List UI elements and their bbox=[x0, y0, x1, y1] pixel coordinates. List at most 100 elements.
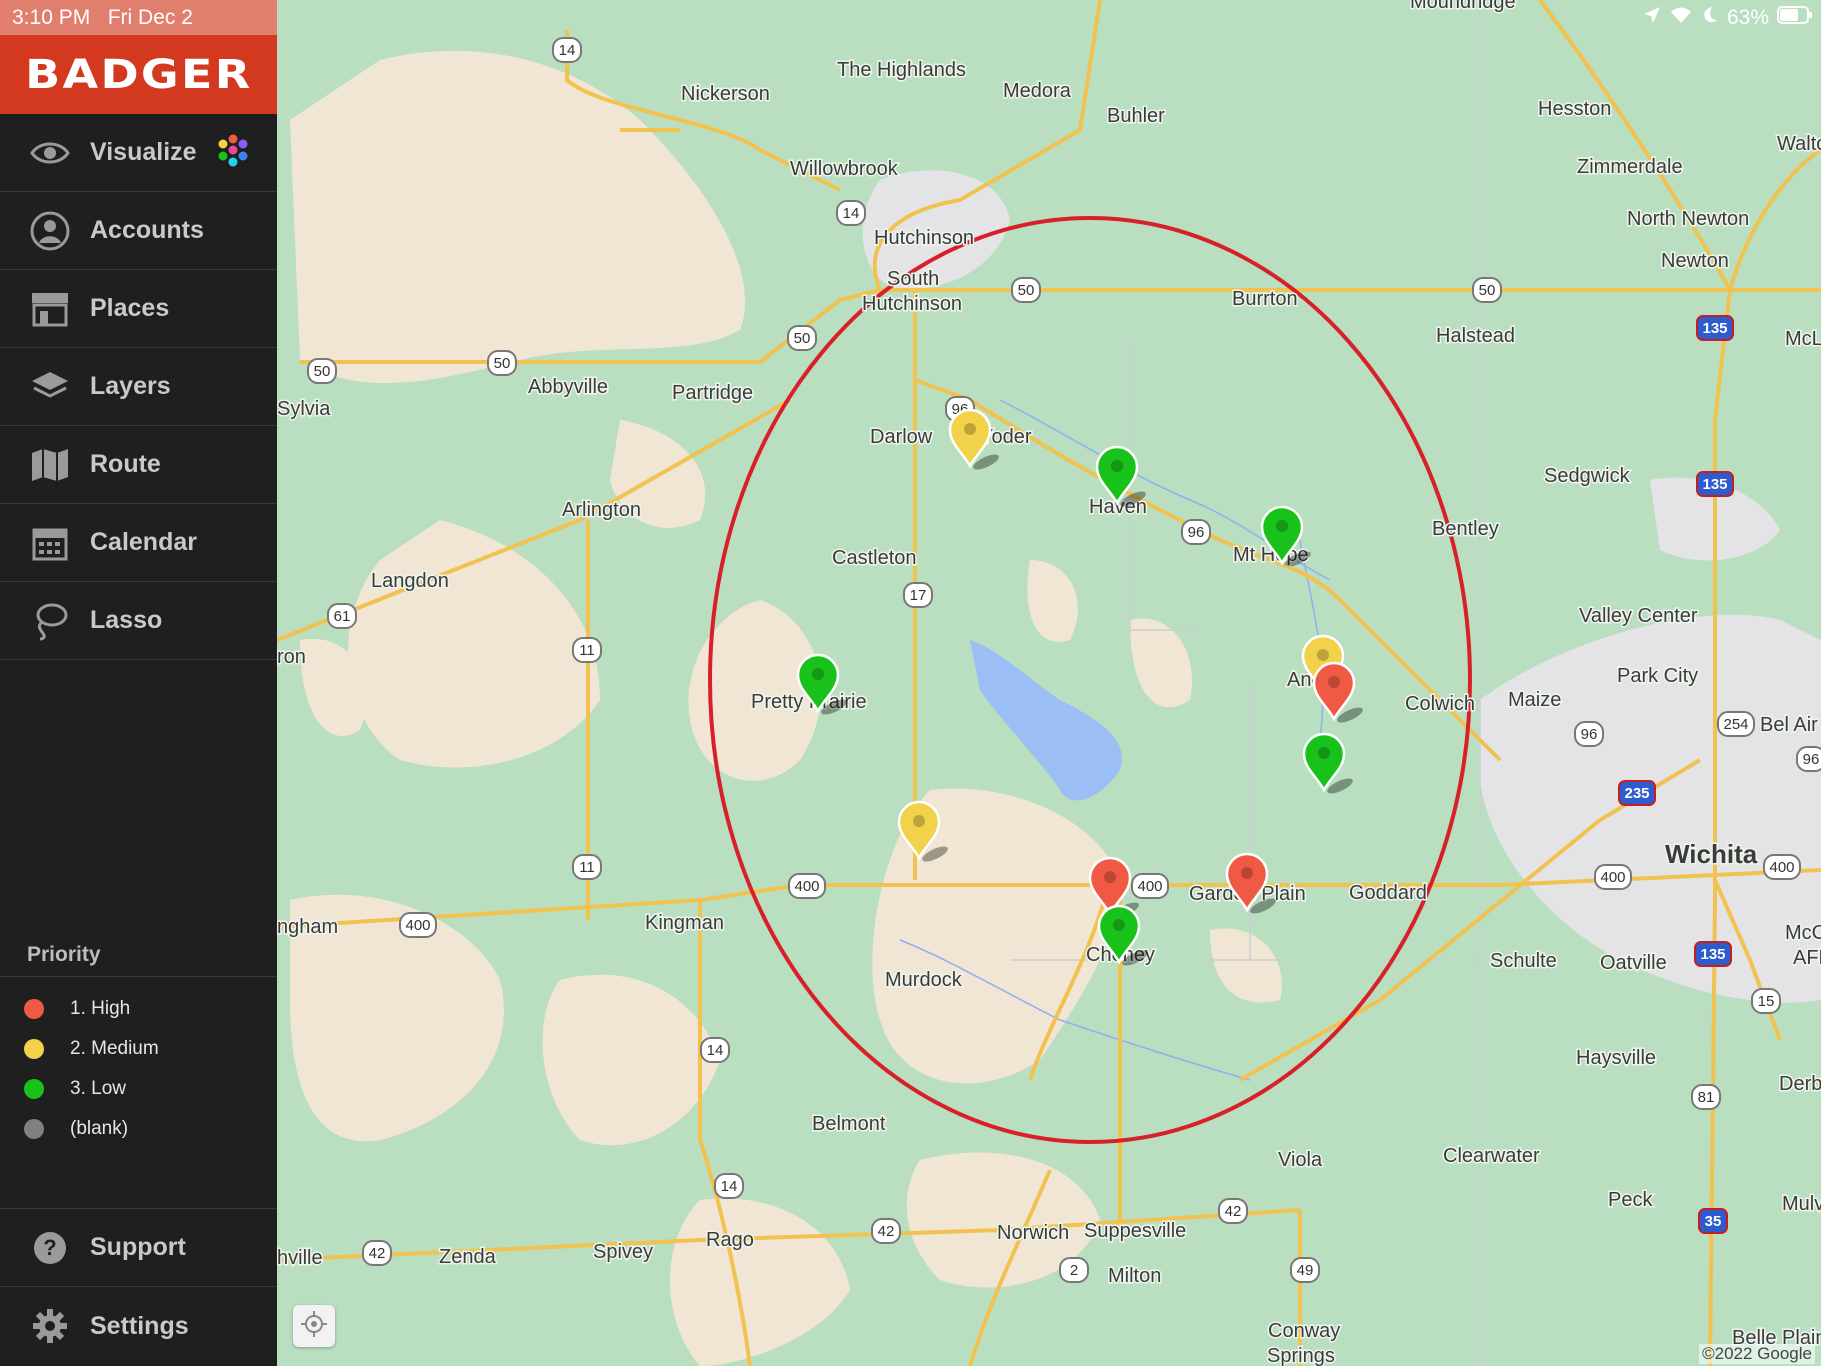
place-label: Haysville bbox=[1576, 1047, 1656, 1069]
nav-label-lasso: Lasso bbox=[90, 606, 163, 634]
route-shield: 96 bbox=[1796, 746, 1821, 772]
nav-item-accounts[interactable]: Accounts bbox=[0, 192, 277, 270]
route-shield: 14 bbox=[714, 1173, 744, 1199]
route-shield-label: 42 bbox=[1225, 1203, 1242, 1220]
place-label: Sylvia bbox=[277, 398, 331, 420]
route-shield-label: 135 bbox=[1702, 476, 1727, 493]
place-label: Peck bbox=[1608, 1189, 1653, 1211]
legend-item-low: 3. Low bbox=[24, 1074, 126, 1104]
place-label: Belmont bbox=[812, 1113, 886, 1135]
route-shield: 96 bbox=[1574, 721, 1604, 747]
legend-dot-high bbox=[24, 999, 44, 1019]
nav-item-visualize[interactable]: Visualize bbox=[0, 114, 277, 192]
place-label: Zimmerdale bbox=[1577, 156, 1683, 178]
status-time-date: 3:10 PM Fri Dec 2 bbox=[0, 0, 277, 35]
nav-label-layers: Layers bbox=[90, 372, 171, 400]
nav-label-support: Support bbox=[90, 1233, 186, 1261]
route-shield-label: 50 bbox=[494, 355, 511, 372]
nav-item-layers[interactable]: Layers bbox=[0, 348, 277, 426]
route-shield: 2 bbox=[1059, 1257, 1089, 1283]
route-shield-label: 61 bbox=[334, 608, 351, 625]
route-shield-label: 400 bbox=[405, 917, 430, 934]
location-arrow-icon bbox=[1643, 6, 1661, 30]
route-shield: 42 bbox=[1218, 1198, 1248, 1224]
place-label: Goddard bbox=[1349, 882, 1427, 904]
nav-item-places[interactable]: Places bbox=[0, 270, 277, 348]
place-label: Milton bbox=[1108, 1265, 1161, 1287]
route-shield-label: 135 bbox=[1702, 320, 1727, 337]
route-shield-label: 42 bbox=[369, 1245, 386, 1262]
route-shield: 254 bbox=[1717, 711, 1755, 737]
route-shield-label: 11 bbox=[579, 859, 595, 876]
route-shield-label: 14 bbox=[843, 205, 860, 222]
legend-item-blank: (blank) bbox=[24, 1114, 128, 1144]
route-shield-label: 14 bbox=[721, 1178, 738, 1195]
place-label: Valley Center bbox=[1579, 605, 1698, 627]
route-shield: 17 bbox=[903, 582, 933, 608]
moon-icon bbox=[1701, 6, 1719, 30]
place-label: The Highlands bbox=[837, 59, 966, 81]
place-label: Abbyville bbox=[528, 376, 608, 398]
place-label: Derby bbox=[1779, 1073, 1821, 1095]
nav-item-support[interactable]: ? Support bbox=[0, 1209, 277, 1287]
place-label: Park City bbox=[1617, 665, 1698, 687]
place-label: Bel Air bbox=[1760, 714, 1818, 736]
place-label: Murdock bbox=[885, 969, 963, 991]
place-label: Kingman bbox=[645, 912, 724, 934]
route-shield-label: 11 bbox=[579, 642, 595, 659]
place-label: Springs bbox=[1267, 1345, 1335, 1366]
nav-item-calendar[interactable]: Calendar bbox=[0, 504, 277, 582]
place-label: AFB bbox=[1793, 947, 1821, 969]
locate-me-button[interactable] bbox=[293, 1305, 335, 1347]
color-palette-icon bbox=[215, 132, 251, 173]
nav-item-route[interactable]: Route bbox=[0, 426, 277, 504]
place-label: McCon bbox=[1785, 922, 1821, 944]
place-label: Burrton bbox=[1232, 288, 1298, 310]
route-shield-label: 400 bbox=[794, 878, 819, 895]
route-shield-label: 254 bbox=[1723, 716, 1748, 733]
place-label: North Newton bbox=[1627, 208, 1749, 230]
route-shield-label: 15 bbox=[1758, 993, 1775, 1010]
legend-label-high: 1. High bbox=[70, 998, 131, 1019]
eye-icon bbox=[25, 128, 75, 178]
place-label: Halstead bbox=[1436, 325, 1515, 347]
nav-item-lasso[interactable]: Lasso bbox=[0, 582, 277, 660]
place-label: McLain bbox=[1785, 328, 1821, 350]
app-logo[interactable]: BADGER bbox=[0, 35, 277, 114]
route-shield-label: 35 bbox=[1705, 1213, 1722, 1230]
route-shield: 135 bbox=[1696, 315, 1734, 341]
place-label: Viola bbox=[1278, 1149, 1323, 1171]
route-shield: 50 bbox=[787, 325, 817, 351]
route-shield-label: 50 bbox=[1018, 282, 1035, 299]
place-label: Colwich bbox=[1405, 693, 1475, 715]
route-shield: 50 bbox=[487, 350, 517, 376]
nav-label-calendar: Calendar bbox=[90, 528, 197, 556]
place-label: ngham bbox=[277, 916, 338, 938]
place-label: Buhler bbox=[1107, 105, 1165, 127]
map-canvas[interactable]: Moundridge The Highlands Nickerson Medor… bbox=[277, 0, 1821, 1366]
legend-title: Priority bbox=[27, 943, 101, 966]
route-shield-label: 2 bbox=[1070, 1262, 1078, 1279]
legend-item-medium: 2. Medium bbox=[24, 1034, 159, 1064]
place-label: Newton bbox=[1661, 250, 1729, 272]
place-label: Zenda bbox=[439, 1246, 497, 1268]
map-pin[interactable] bbox=[1302, 732, 1355, 796]
legend-label-low: 3. Low bbox=[70, 1078, 126, 1099]
route-shield: 14 bbox=[836, 200, 866, 226]
route-shield: 35 bbox=[1698, 1208, 1728, 1234]
place-label: Arlington bbox=[562, 499, 641, 521]
route-shield: 14 bbox=[552, 37, 582, 63]
route-shield: 42 bbox=[362, 1240, 392, 1266]
route-shield: 96 bbox=[1181, 519, 1211, 545]
map-view[interactable]: Moundridge The Highlands Nickerson Medor… bbox=[277, 0, 1821, 1366]
help-circle-icon: ? bbox=[25, 1223, 75, 1273]
place-label: Maize bbox=[1508, 689, 1561, 711]
legend-item-high: 1. High bbox=[24, 994, 130, 1024]
lasso-icon bbox=[25, 596, 75, 646]
place-label: Medora bbox=[1003, 80, 1072, 102]
route-shield-label: 400 bbox=[1137, 878, 1162, 895]
route-shield-label: 50 bbox=[314, 363, 331, 380]
place-label: Hutchinson bbox=[862, 293, 962, 315]
nav-item-settings[interactable]: Settings bbox=[0, 1287, 277, 1365]
route-shield: 235 bbox=[1618, 780, 1656, 806]
